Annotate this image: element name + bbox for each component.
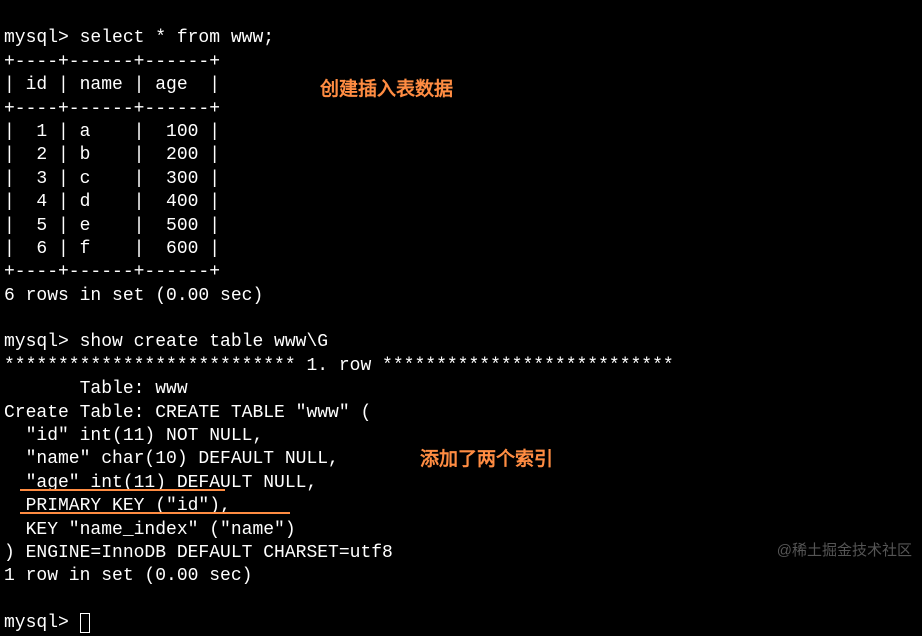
table-row: | 6 | f | 600 | <box>4 239 220 259</box>
table-border: +----+------+------+ <box>4 99 220 119</box>
sql-prompt-3[interactable]: mysql> <box>4 613 80 633</box>
sql-prompt-1[interactable]: mysql> select * from www; <box>4 28 274 48</box>
table-name-line: Table: www <box>4 379 188 399</box>
annotation-two-indexes: 添加了两个索引 <box>420 448 553 473</box>
table-border: +----+------+------+ <box>4 262 220 282</box>
table-row: | 5 | e | 500 | <box>4 216 220 236</box>
annotation-create-insert: 创建插入表数据 <box>320 78 453 103</box>
table-border: +----+------+------+ <box>4 52 220 72</box>
create-table-line: Create Table: CREATE TABLE "www" ( <box>4 403 371 423</box>
table-row: | 2 | b | 200 | <box>4 145 220 165</box>
sql-prompt-2[interactable]: mysql> show create table www\G <box>4 332 328 352</box>
table-header: | id | name | age | <box>4 75 220 95</box>
underline-primary-key <box>20 489 225 491</box>
watermark: @稀土掘金技术社区 <box>777 541 912 561</box>
table-row: | 1 | a | 100 | <box>4 122 220 142</box>
table-row: | 4 | d | 400 | <box>4 192 220 212</box>
result-status: 1 row in set (0.00 sec) <box>4 566 252 586</box>
column-def-id: "id" int(11) NOT NULL, <box>4 426 263 446</box>
cursor[interactable] <box>80 613 90 633</box>
table-row: | 3 | c | 300 | <box>4 169 220 189</box>
engine-line: ) ENGINE=InnoDB DEFAULT CHARSET=utf8 <box>4 543 393 563</box>
underline-key-index <box>20 512 290 514</box>
result-status: 6 rows in set (0.00 sec) <box>4 286 263 306</box>
key-index-line: KEY "name_index" ("name") <box>4 520 296 540</box>
column-def-name: "name" char(10) DEFAULT NULL, <box>4 449 339 469</box>
row-separator: *************************** 1. row *****… <box>4 356 674 376</box>
